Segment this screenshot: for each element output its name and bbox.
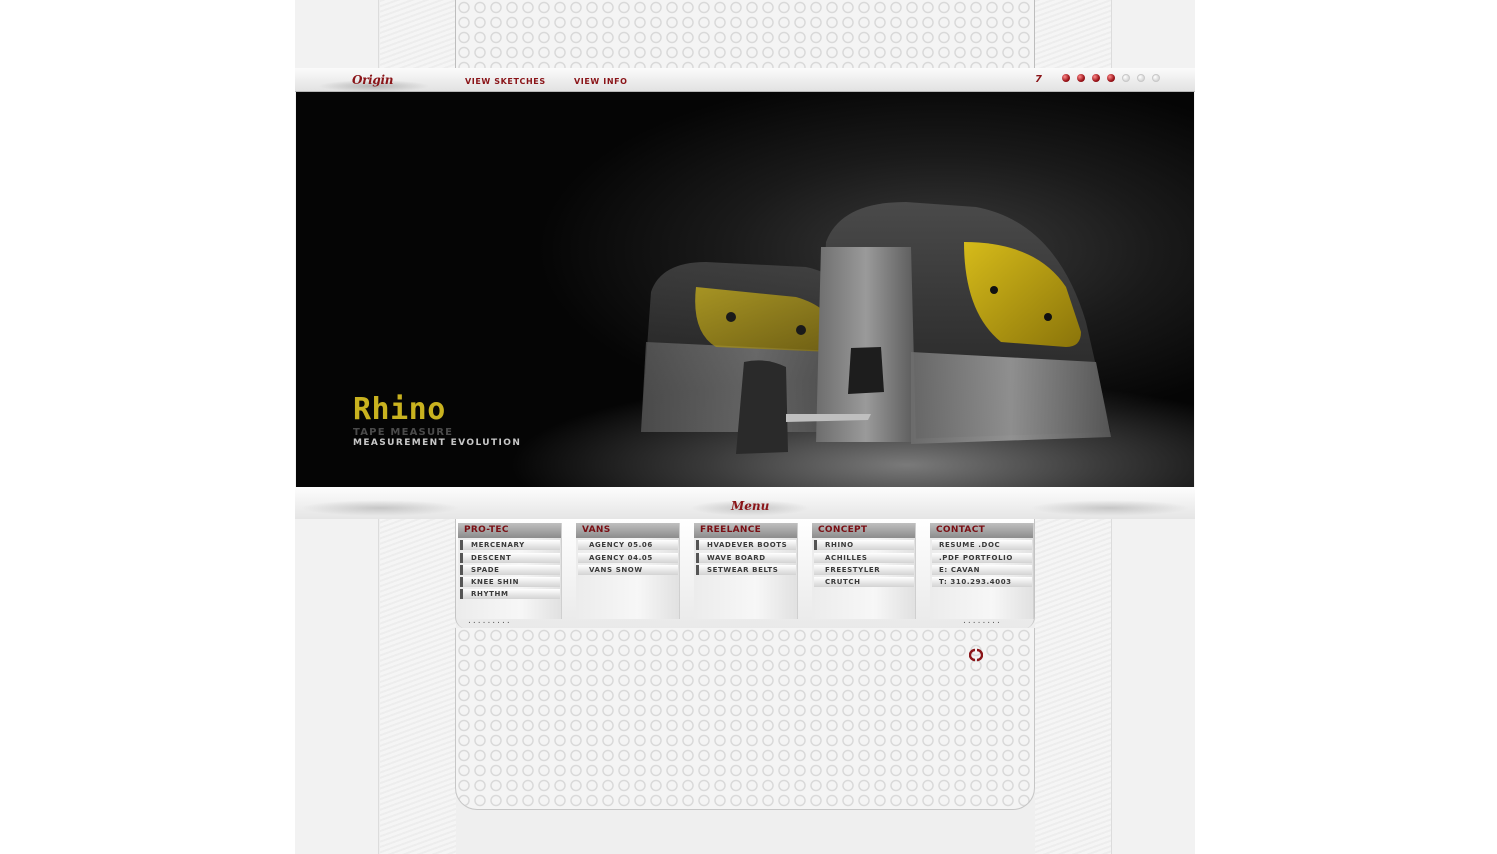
page-number: 7 (1035, 74, 1042, 85)
menu-item-resume[interactable]: RESUME .DOC (932, 540, 1032, 551)
top-navigation-bar (295, 68, 1195, 92)
menu-item-pdf-portfolio[interactable]: .PDF PORTFOLIO (932, 552, 1032, 563)
view-sketches-link[interactable]: VIEW SKETCHES (465, 77, 546, 86)
loading-spinner-icon (969, 648, 983, 662)
menu-item-agency-05-06[interactable]: AGENCY 05.06 (578, 540, 678, 551)
menu-item-rhythm[interactable]: RHYTHM (460, 589, 560, 600)
menu-column-concept: CONCEPT RHINO ACHILLES FREESTYLER CRUTCH (812, 523, 916, 619)
menu-item-wave-board[interactable]: WAVE BOARD (696, 552, 796, 563)
hero-subtitle: TAPE MEASURE (353, 427, 454, 438)
menu-item-crutch[interactable]: CRUTCH (814, 577, 914, 588)
menu-item-knee-shin[interactable]: KNEE SHIN (460, 577, 560, 588)
menu-bar-shadow-right (1030, 500, 1190, 516)
menu-column-vans: VANS AGENCY 05.06 AGENCY 04.05 VANS SNOW (576, 523, 680, 619)
pager-dot-7[interactable] (1152, 74, 1160, 82)
column-title: VANS (576, 523, 679, 538)
menu-item-setwear-belts[interactable]: SETWEAR BELTS (696, 564, 796, 575)
menu-item-agency-04-05[interactable]: AGENCY 04.05 (578, 552, 678, 563)
column-title: PRO-TEC (458, 523, 561, 538)
bottom-pattern-panel (455, 628, 1035, 810)
menu-item-achilles[interactable]: ACHILLES (814, 552, 914, 563)
menu-bar-shadow-left (300, 500, 460, 516)
menu-item-descent[interactable]: DESCENT (460, 552, 560, 563)
pager-dot-4[interactable] (1107, 74, 1115, 82)
column-title: CONTACT (930, 523, 1033, 538)
pager-dot-6[interactable] (1137, 74, 1145, 82)
pager-dot-1[interactable] (1062, 74, 1070, 82)
dotted-divider-left: ......... (468, 616, 512, 626)
menu-column-pro-tec: PRO-TEC MERCENARY DESCENT SPADE KNEE SHI… (458, 523, 562, 619)
menu-item-vans-snow[interactable]: VANS SNOW (578, 564, 678, 575)
hero-banner: Rhino TAPE MEASURE MEASUREMENT EVOLUTION (296, 92, 1194, 487)
menu-item-rhino[interactable]: RHINO (814, 540, 914, 551)
column-title: CONCEPT (812, 523, 915, 538)
menu-item-mercenary[interactable]: MERCENARY (460, 540, 560, 551)
menu-item-freestyler[interactable]: FREESTYLER (814, 564, 914, 575)
menu-column-freelance: FREELANCE HVADEVER BOOTS WAVE BOARD SETW… (694, 523, 798, 619)
menu-item-phone[interactable]: T: 310.293.4003 (932, 577, 1032, 588)
menu-item-hvadever-boots[interactable]: HVADEVER BOOTS (696, 540, 796, 551)
pager-dot-5[interactable] (1122, 74, 1130, 82)
menu-logo: Menu (731, 499, 770, 513)
hero-tagline: MEASUREMENT EVOLUTION (353, 438, 522, 448)
view-info-link[interactable]: VIEW INFO (574, 77, 628, 86)
site-logo[interactable]: Origin (352, 73, 394, 87)
top-pattern-panel (455, 0, 1035, 68)
menu-column-contact: CONTACT RESUME .DOC .PDF PORTFOLIO E: CA… (930, 523, 1034, 619)
hero-title: Rhino (353, 392, 446, 427)
pager-dot-3[interactable] (1092, 74, 1100, 82)
menu-item-spade[interactable]: SPADE (460, 564, 560, 575)
column-title: FREELANCE (694, 523, 797, 538)
dotted-divider-right: ........ (963, 616, 1002, 626)
menu-item-email[interactable]: E: CAVAN (932, 564, 1032, 575)
pager-dot-2[interactable] (1077, 74, 1085, 82)
pager-dots (1062, 74, 1160, 82)
